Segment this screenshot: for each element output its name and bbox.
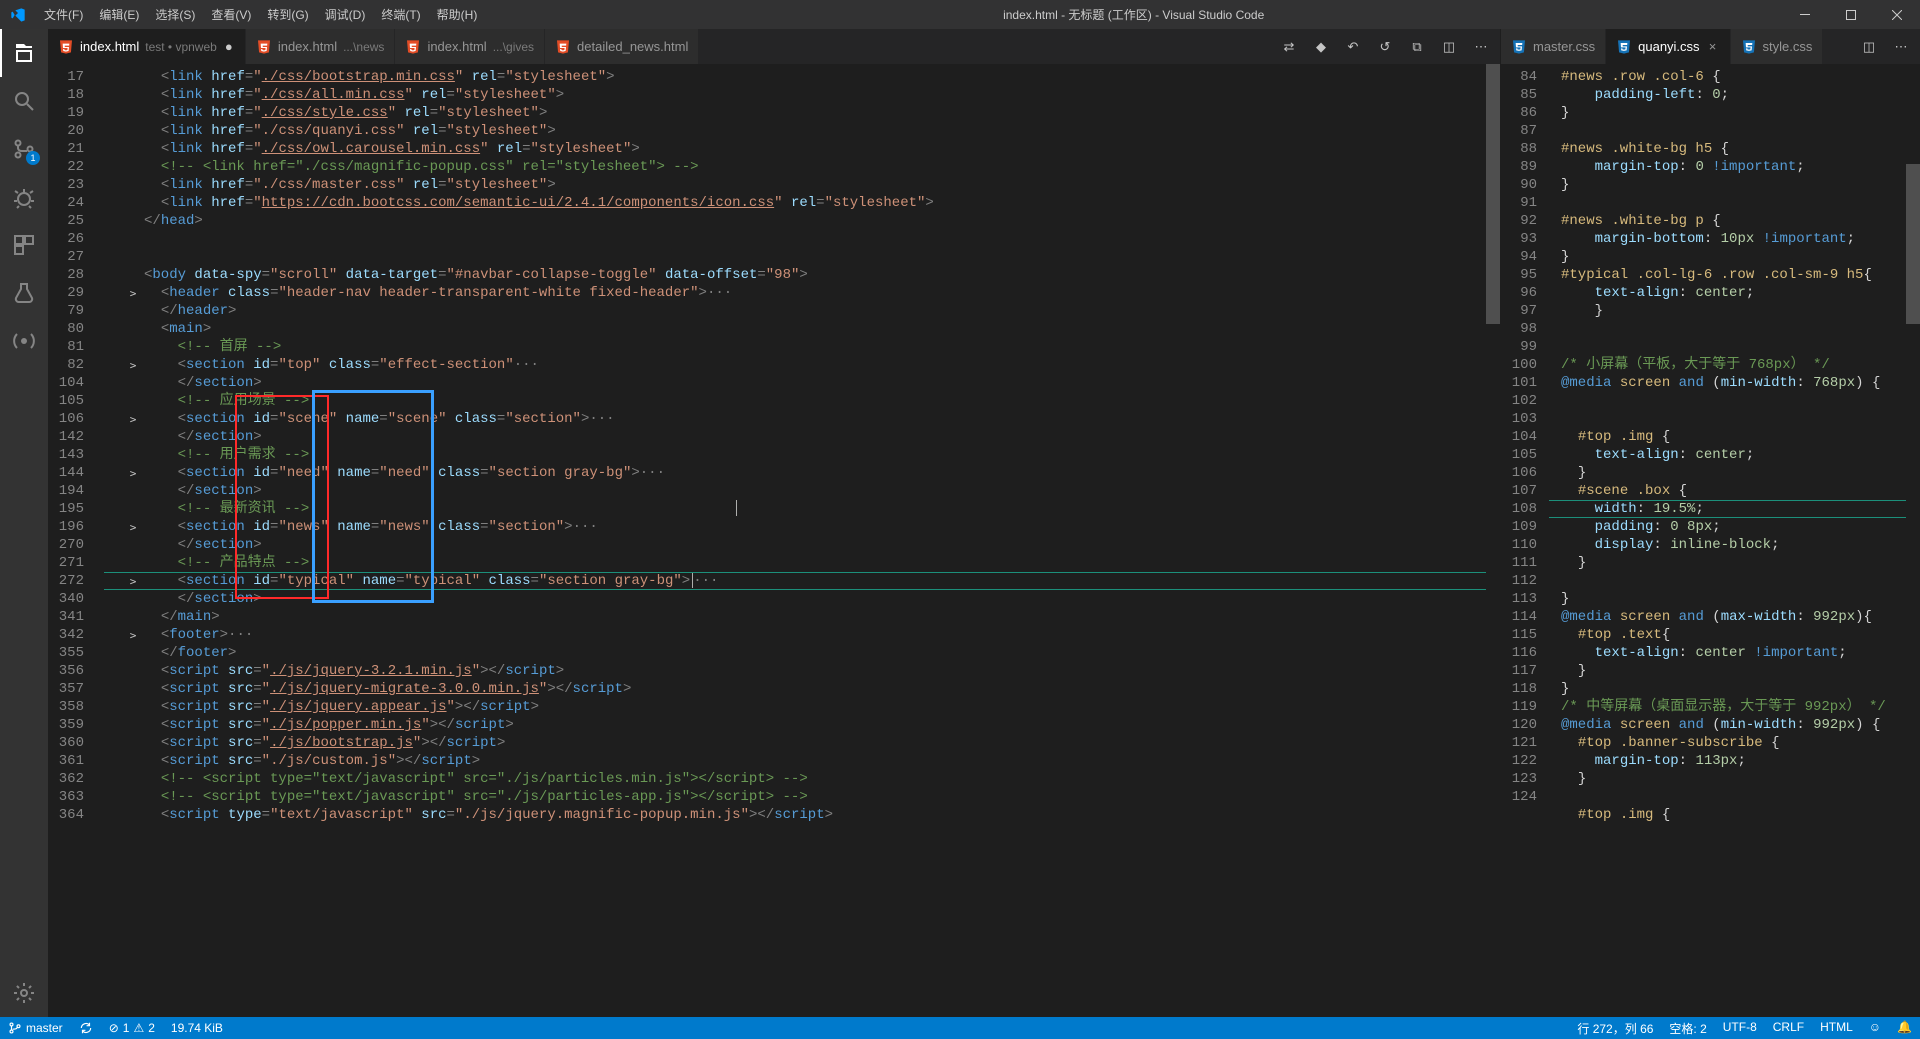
- menu-edit[interactable]: 编辑(E): [91, 2, 147, 27]
- scrollbar-left[interactable]: [1486, 64, 1500, 1017]
- editor-right[interactable]: 8485868788899091929394959697989910010110…: [1501, 64, 1920, 1017]
- status-problems[interactable]: ⊘1 ⚠2: [101, 1021, 163, 1035]
- menu-file[interactable]: 文件(F): [36, 2, 91, 27]
- editor-group-right: master.css quanyi.css × style.css ◫ ⋯ 84…: [1500, 29, 1920, 1017]
- activity-extensions[interactable]: [0, 221, 48, 269]
- activity-scm[interactable]: 1: [0, 125, 48, 173]
- tab-desc: ...\gives: [493, 40, 534, 54]
- split-editor-icon[interactable]: ◫: [1860, 39, 1878, 55]
- status-branch[interactable]: master: [0, 1021, 71, 1035]
- activity-search[interactable]: [0, 77, 48, 125]
- gutter-right: 8485868788899091929394959697989910010110…: [1501, 64, 1549, 1017]
- tab-index-html-2[interactable]: index.html ...\gives: [395, 29, 545, 64]
- menu-select[interactable]: 选择(S): [147, 2, 203, 27]
- css3-icon: [1616, 39, 1632, 55]
- dirty-indicator: ●: [223, 39, 235, 54]
- menu-view[interactable]: 查看(V): [203, 2, 259, 27]
- html5-icon: [58, 39, 74, 55]
- tab-quanyi-css[interactable]: quanyi.css ×: [1606, 29, 1730, 64]
- tab-style-css[interactable]: style.css: [1731, 29, 1824, 64]
- editor-group-left: index.html test • vpnweb ● index.html ..…: [48, 29, 1500, 1017]
- tab-desc: ...\news: [343, 40, 384, 54]
- status-filesize[interactable]: 19.74 KiB: [163, 1021, 231, 1035]
- menu-bar: 文件(F) 编辑(E) 选择(S) 查看(V) 转到(G) 调试(D) 终端(T…: [36, 2, 485, 27]
- status-bar: master ⊘1 ⚠2 19.74 KiB 行 272，列 66 空格: 2 …: [0, 1017, 1920, 1039]
- editor-left[interactable]: 1718192021222324252627282979808182104105…: [48, 64, 1500, 1017]
- status-encoding[interactable]: UTF-8: [1715, 1020, 1765, 1034]
- revert-icon[interactable]: ↶: [1344, 39, 1362, 55]
- tab-bar-right: master.css quanyi.css × style.css ◫ ⋯: [1501, 29, 1920, 64]
- activity-live[interactable]: [0, 317, 48, 365]
- titlebar: 文件(F) 编辑(E) 选择(S) 查看(V) 转到(G) 调试(D) 终端(T…: [0, 0, 1920, 29]
- status-notifications[interactable]: 🔔: [1889, 1020, 1920, 1034]
- status-feedback[interactable]: ☺: [1861, 1020, 1889, 1034]
- editor-area: index.html test • vpnweb ● index.html ..…: [48, 29, 1920, 1017]
- scrollbar-right[interactable]: [1906, 64, 1920, 1017]
- status-language[interactable]: HTML: [1812, 1020, 1861, 1034]
- tab-desc: test • vpnweb: [145, 40, 217, 54]
- editor-actions-left: ⇄ ◆ ↶ ↺ ⧉ ◫ ⋯: [1270, 29, 1500, 64]
- html5-icon: [256, 39, 272, 55]
- history-icon[interactable]: ↺: [1376, 39, 1394, 55]
- menu-debug[interactable]: 调试(D): [317, 2, 374, 27]
- tab-label: master.css: [1533, 39, 1595, 54]
- gutter-left: 1718192021222324252627282979808182104105…: [48, 64, 104, 1017]
- window-minimize[interactable]: [1782, 0, 1828, 29]
- vscode-logo: [0, 7, 36, 23]
- editor-actions-right: ◫ ⋯: [1850, 29, 1920, 64]
- status-errors: 1: [123, 1021, 130, 1035]
- tab-label: quanyi.css: [1638, 39, 1699, 54]
- activity-settings[interactable]: [0, 969, 48, 1017]
- more-icon[interactable]: ⋯: [1892, 39, 1910, 55]
- git-icon[interactable]: ◆: [1312, 39, 1330, 55]
- more-icon[interactable]: ⋯: [1472, 39, 1490, 55]
- tab-label: style.css: [1763, 39, 1813, 54]
- tab-label: detailed_news.html: [577, 39, 688, 54]
- tab-master-css[interactable]: master.css: [1501, 29, 1606, 64]
- window-close[interactable]: [1874, 0, 1920, 29]
- window-title: index.html - 无标题 (工作区) - Visual Studio C…: [485, 6, 1782, 23]
- tab-label: index.html: [427, 39, 486, 54]
- menu-help[interactable]: 帮助(H): [429, 2, 486, 27]
- activity-debug[interactable]: [0, 173, 48, 221]
- status-branch-label: master: [26, 1021, 63, 1035]
- scm-badge: 1: [26, 151, 40, 165]
- window-controls: [1782, 0, 1920, 29]
- tab-bar-left: index.html test • vpnweb ● index.html ..…: [48, 29, 1500, 64]
- tab-index-html-0[interactable]: index.html test • vpnweb ●: [48, 29, 246, 64]
- status-spaces[interactable]: 空格: 2: [1661, 1020, 1714, 1037]
- close-icon[interactable]: ×: [1706, 39, 1720, 54]
- menu-goto[interactable]: 转到(G): [259, 2, 316, 27]
- html5-icon: [405, 39, 421, 55]
- tab-index-html-1[interactable]: index.html ...\news: [246, 29, 396, 64]
- activity-test[interactable]: [0, 269, 48, 317]
- code-right[interactable]: #news .row .col-6 { padding-left: 0;}#ne…: [1549, 64, 1920, 1017]
- activity-explorer[interactable]: [0, 29, 48, 77]
- code-left[interactable]: <link href="./css/bootstrap.min.css" rel…: [104, 64, 1500, 1017]
- tab-label: index.html: [80, 39, 139, 54]
- status-warnings: 2: [148, 1021, 155, 1035]
- menu-terminal[interactable]: 终端(T): [373, 2, 428, 27]
- css3-icon: [1511, 39, 1527, 55]
- status-ln-col[interactable]: 行 272，列 66: [1569, 1020, 1661, 1037]
- git-compare-icon[interactable]: ⇄: [1280, 39, 1298, 55]
- html5-icon: [555, 39, 571, 55]
- workbench: 1 index.html test • vpnweb: [0, 29, 1920, 1017]
- tab-detailed-news[interactable]: detailed_news.html: [545, 29, 699, 64]
- status-sync[interactable]: [71, 1021, 101, 1035]
- diff-icon[interactable]: ⧉: [1408, 39, 1426, 55]
- activity-bar: 1: [0, 29, 48, 1017]
- css3-icon: [1741, 39, 1757, 55]
- split-editor-icon[interactable]: ◫: [1440, 39, 1458, 55]
- window-maximize[interactable]: [1828, 0, 1874, 29]
- tab-label: index.html: [278, 39, 337, 54]
- status-eol[interactable]: CRLF: [1765, 1020, 1812, 1034]
